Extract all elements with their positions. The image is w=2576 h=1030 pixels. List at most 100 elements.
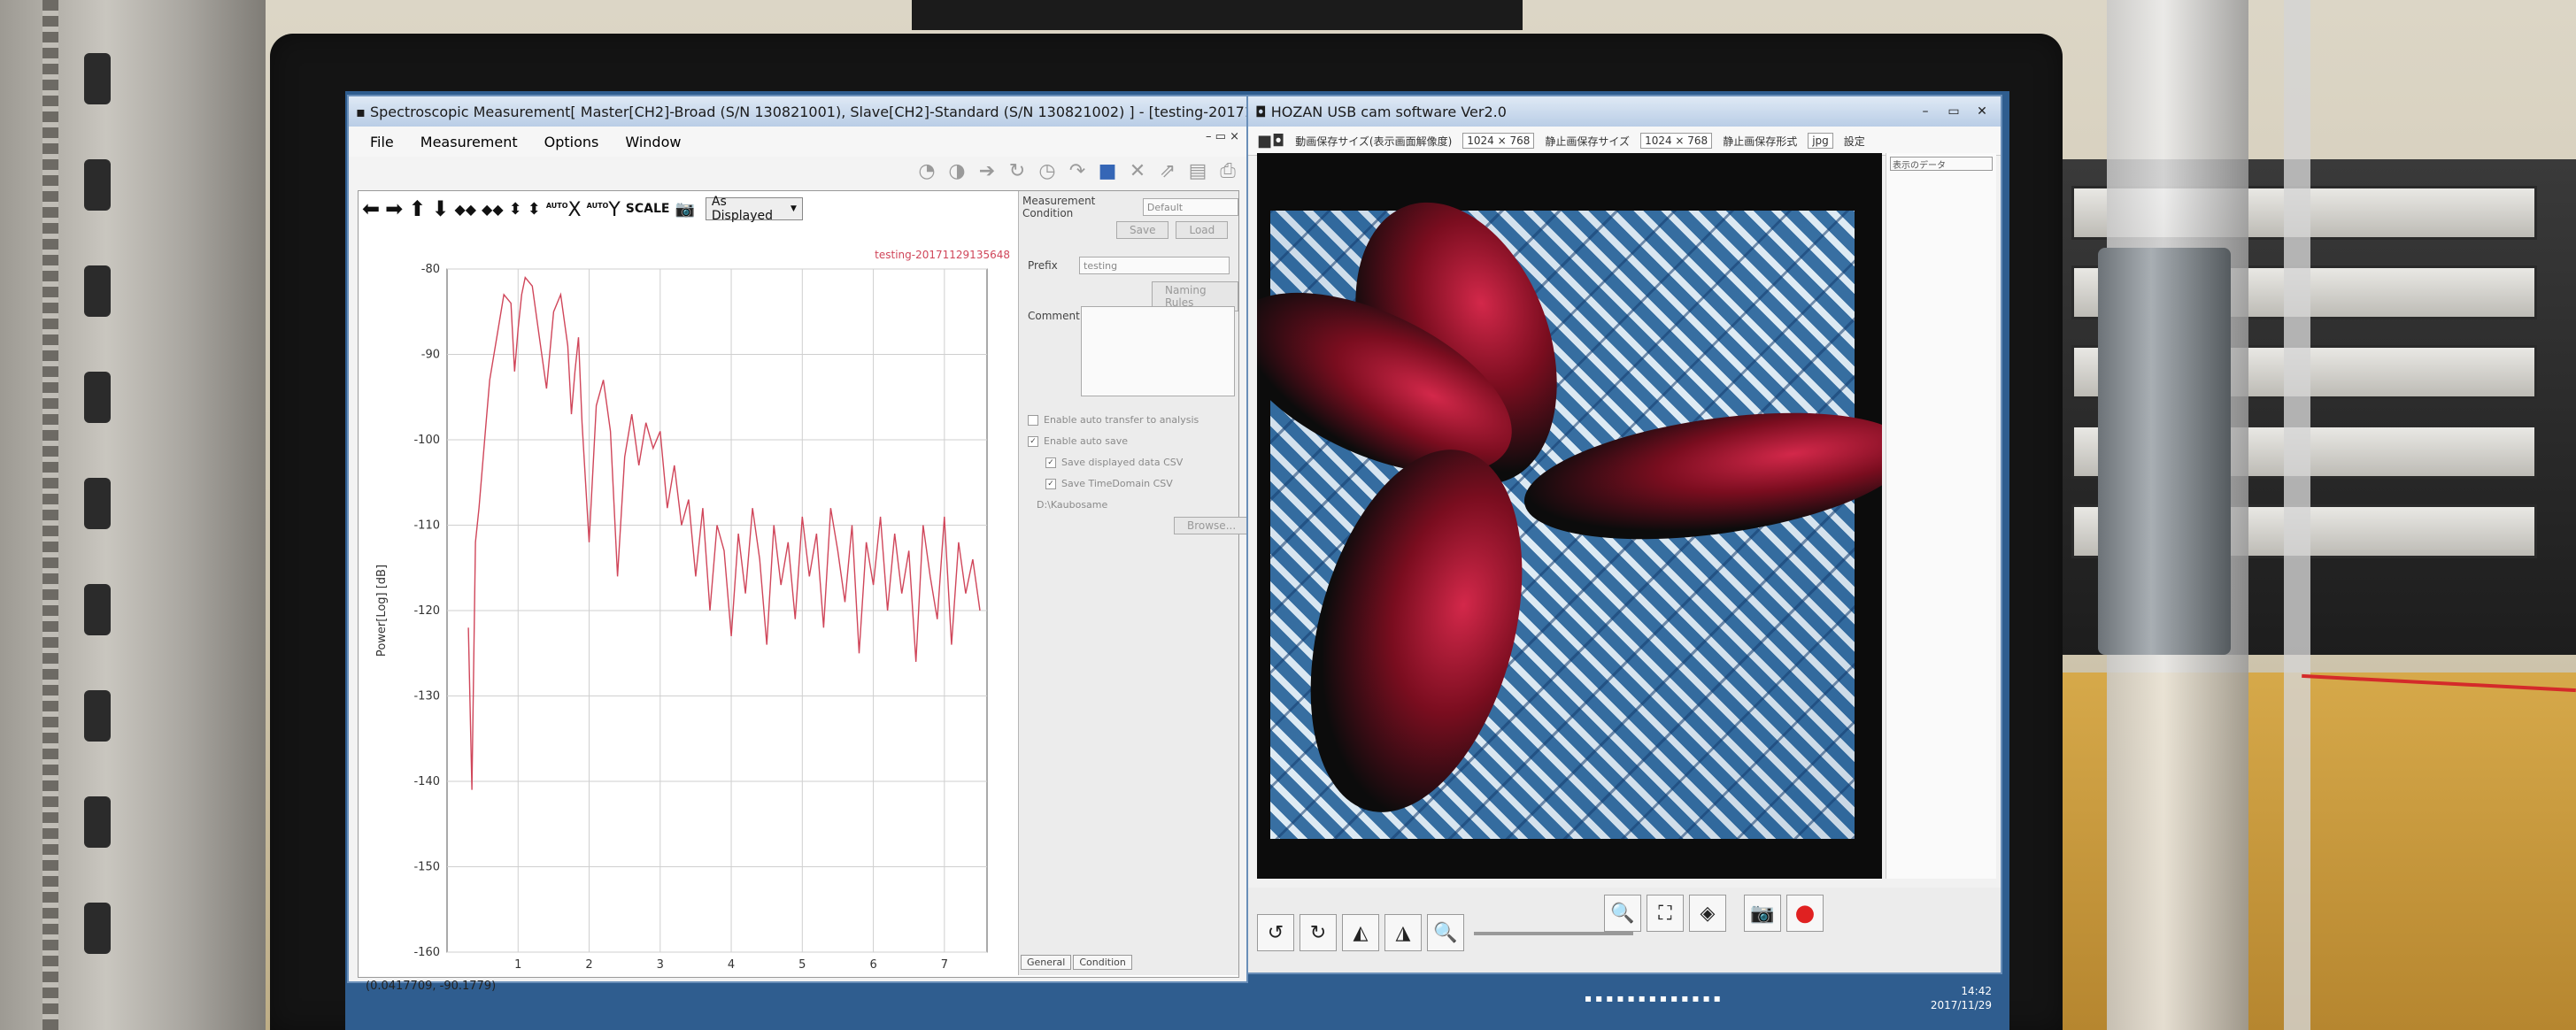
pause-icon[interactable]: ◑ bbox=[945, 160, 968, 182]
cam-side-panel: 表示のデータ bbox=[1886, 153, 1996, 879]
auto-x-sup: AUTO bbox=[545, 202, 568, 210]
arrow-up-icon[interactable]: ⬆ bbox=[408, 196, 426, 221]
settings-menu[interactable]: 設定 bbox=[1844, 134, 1865, 149]
rack-slot bbox=[84, 265, 111, 317]
spectrum-chart[interactable]: -80 -90 -100 -110 -120 -130 -140 -150 -160 1 2 3 4 5 6… bbox=[359, 227, 1014, 975]
y-tick-label: -130 bbox=[413, 690, 440, 703]
spectrum-plot: -80 -90 -100 -110 -120 -130 -140 -150 -160 1 2 3 4 5 6… bbox=[375, 249, 1010, 972]
rotate-right-icon[interactable]: ↻ bbox=[1300, 914, 1337, 951]
shrink-horizontal-icon[interactable]: ◆◆ bbox=[482, 201, 504, 218]
timer-icon[interactable]: ◷ bbox=[1036, 160, 1059, 182]
save-button[interactable]: Save bbox=[1116, 221, 1169, 239]
cam-toolbar: ■◘ 動画保存サイズ(表示画面解像度) 1024 × 768 静止画保存サイズ … bbox=[1248, 127, 2001, 156]
spectro-titlebar[interactable]: ▪ Spectroscopic Measurement[ Master[CH2]… bbox=[349, 96, 1246, 127]
still-size-select[interactable]: 1024 × 768 bbox=[1640, 133, 1713, 149]
hanging-chain bbox=[42, 0, 58, 1030]
equipment-rack bbox=[0, 0, 266, 1030]
arrow-down-icon[interactable]: ⬇ bbox=[431, 196, 449, 221]
auto-save-checkbox[interactable]: ✓ Enable auto save bbox=[1028, 435, 1128, 447]
snapshot-camera-icon[interactable]: 📷 bbox=[1744, 895, 1781, 932]
zoom-out-icon[interactable]: 🔍 bbox=[1427, 914, 1464, 951]
save-csv-label: Save displayed data CSV bbox=[1061, 457, 1184, 468]
menu-measurement[interactable]: Measurement bbox=[420, 134, 518, 150]
measurement-toolbar: ◔ ◑ ➔ ↻ ◷ ↷ ■ ✕ ⇗ ▤ ⎙ ▦ ▧ bbox=[915, 160, 1300, 182]
fit-frame-icon[interactable]: ⛶ bbox=[1647, 895, 1684, 932]
x-tick-label: 2 bbox=[585, 958, 592, 972]
plot-toolbar: ⬅ ➡ ⬆ ⬇ ◆◆ ◆◆ ⬍ ⬍ AUTOX AUTOY SCALE 📷 As… bbox=[359, 191, 1017, 227]
menu-file[interactable]: File bbox=[370, 134, 394, 150]
forward-icon[interactable]: ➔ bbox=[976, 160, 999, 182]
still-format-select[interactable]: jpg bbox=[1808, 133, 1833, 149]
export-icon[interactable]: ⇗ bbox=[1156, 160, 1179, 182]
clock-date: 2017/11/29 bbox=[1930, 999, 1992, 1011]
chevron-down-icon: ▼ bbox=[790, 204, 797, 213]
cam-close-button[interactable]: ✕ bbox=[1971, 103, 1994, 120]
print-icon[interactable]: ⎙ bbox=[1216, 160, 1239, 182]
cam-app-icon: ◘ bbox=[1255, 103, 1271, 120]
monitor-screen: ▪ Spectroscopic Measurement[ Master[CH2]… bbox=[345, 91, 2009, 1030]
video-size-select[interactable]: 1024 × 768 bbox=[1462, 133, 1535, 149]
arrow-right-icon[interactable]: ➡ bbox=[385, 196, 403, 221]
expand-vertical-icon[interactable]: ⬍ bbox=[509, 200, 522, 219]
x-tick-label: 7 bbox=[941, 958, 948, 972]
rack-slot bbox=[84, 478, 111, 529]
expand-horizontal-icon[interactable]: ◆◆ bbox=[454, 201, 476, 218]
fullscreen-icon[interactable]: ◈ bbox=[1689, 895, 1726, 932]
menu-bar: File Measurement Options Window bbox=[349, 127, 1246, 157]
y-tick-label: -80 bbox=[421, 263, 440, 276]
measurement-condition-field[interactable]: Default bbox=[1142, 198, 1238, 216]
y-tick-label: -140 bbox=[413, 775, 440, 788]
flip-horizontal-icon[interactable]: ◭ bbox=[1342, 914, 1379, 951]
y-tick-label: -90 bbox=[421, 349, 440, 362]
tray-icons[interactable]: ▪▪▪▪▪▪▪▪▪▪▪▪▪ bbox=[1585, 992, 1724, 1004]
load-button[interactable]: Load bbox=[1176, 221, 1229, 239]
cam-maximize-button[interactable]: ▭ bbox=[1942, 103, 1965, 120]
auto-x-label: X bbox=[567, 199, 582, 221]
menu-options[interactable]: Options bbox=[544, 134, 599, 150]
tab-general[interactable]: General bbox=[1021, 955, 1072, 970]
video-camera-icon[interactable]: ■◘ bbox=[1257, 132, 1284, 150]
save-timedomain-checkbox[interactable]: ✓ Save TimeDomain CSV bbox=[1045, 478, 1173, 489]
video-size-label: 動画保存サイズ(表示画面解像度) bbox=[1295, 135, 1453, 148]
mdi-controls[interactable]: – ▭ × bbox=[1206, 130, 1239, 143]
display-mode-select[interactable]: As Displayed ▼ bbox=[705, 195, 803, 223]
rack-slot bbox=[84, 690, 111, 742]
shrink-vertical-icon[interactable]: ⬍ bbox=[528, 200, 541, 219]
camera-live-view[interactable] bbox=[1257, 153, 1882, 879]
auto-transfer-checkbox[interactable]: Enable auto transfer to analysis bbox=[1028, 414, 1199, 426]
cam-minimize-button[interactable]: – bbox=[1914, 103, 1937, 120]
cancel-icon[interactable]: ✕ bbox=[1126, 160, 1149, 182]
tab-condition[interactable]: Condition bbox=[1073, 955, 1132, 970]
prefix-field[interactable]: testing bbox=[1079, 257, 1230, 274]
cam-titlebar[interactable]: ◘ HOZAN USB cam software Ver2.0 – ▭ ✕ bbox=[1248, 96, 2001, 127]
arrow-left-icon[interactable]: ⬅ bbox=[362, 196, 380, 221]
camera-icon[interactable]: 📷 bbox=[675, 200, 694, 219]
second-monitor-edge bbox=[912, 0, 1523, 30]
taskbar-clock[interactable]: 14:42 2017/11/29 bbox=[1931, 984, 2009, 1012]
scale-button[interactable]: SCALE bbox=[626, 202, 670, 216]
save-csv-checkbox[interactable]: ✓ Save displayed data CSV bbox=[1045, 457, 1183, 468]
save-icon[interactable]: ▤ bbox=[1186, 160, 1209, 182]
rack-slot bbox=[84, 372, 111, 423]
browse-button[interactable]: Browse... bbox=[1174, 517, 1250, 534]
refresh-icon[interactable]: ↻ bbox=[1006, 160, 1029, 182]
x-tick-label: 5 bbox=[798, 958, 806, 972]
comment-textarea[interactable] bbox=[1081, 306, 1235, 396]
save-path: D:\Kaubosame bbox=[1037, 499, 1108, 511]
prefix-label: Prefix bbox=[1028, 259, 1058, 272]
auto-x-button[interactable]: AUTOX bbox=[546, 196, 582, 221]
redo-icon[interactable]: ↷ bbox=[1066, 160, 1089, 182]
auto-y-button[interactable]: AUTOY bbox=[587, 196, 621, 221]
zoom-slider[interactable] bbox=[1474, 932, 1633, 935]
condition-panel: Measurement Condition Default Save Load … bbox=[1018, 191, 1250, 975]
cam-data-dropdown[interactable]: 表示のデータ bbox=[1890, 157, 1993, 171]
start-icon[interactable]: ◔ bbox=[915, 160, 938, 182]
rotate-left-icon[interactable]: ↺ bbox=[1257, 914, 1294, 951]
stop-icon[interactable]: ■ bbox=[1096, 160, 1119, 182]
zoom-in-icon[interactable]: 🔍 bbox=[1604, 895, 1641, 932]
cam-controls: ↺ ↻ ◭ ◮ 🔍 🔍 ⛶ ◈ 📷 ● bbox=[1248, 888, 2001, 972]
flip-vertical-icon[interactable]: ◮ bbox=[1384, 914, 1422, 951]
record-button[interactable]: ● bbox=[1786, 895, 1824, 932]
menu-window[interactable]: Window bbox=[625, 134, 681, 150]
x-tick-label: 1 bbox=[514, 958, 521, 972]
